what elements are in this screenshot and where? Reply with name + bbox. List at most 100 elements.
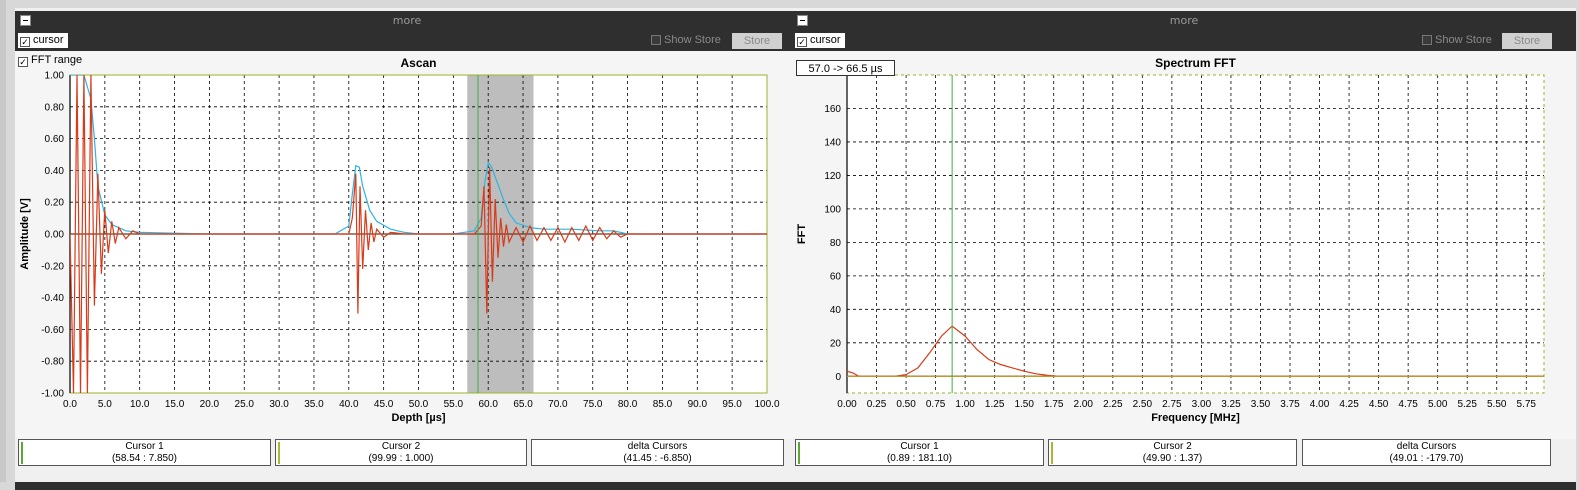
x-axis-label: Frequency [MHz]	[1151, 412, 1240, 424]
y-tick-label: 20	[830, 338, 842, 349]
cursor-checkbox-label: cursor	[33, 34, 64, 46]
left-window-edge	[0, 0, 6, 482]
delta-cursors-title: delta Cursors	[1396, 441, 1457, 452]
delta-cursors-value: (41.45 : -6.850)	[623, 453, 692, 464]
store-button[interactable]: Store	[732, 33, 782, 49]
cursor-2-color-mark	[1051, 442, 1053, 464]
x-tick-label: 2.75	[1162, 399, 1182, 410]
y-tick-label: -1.00	[41, 389, 64, 400]
ascan-chart: 0.0 5.0 10.0 15.0 20.0 25.0 30.0 35.0 40.0 45.0 50…	[19, 56, 780, 424]
plot-background	[847, 75, 1544, 393]
cursor-1-title: Cursor 1	[900, 441, 939, 452]
delta-cursors-readout: delta Cursors (49.01 : -179.70)	[1302, 439, 1551, 466]
x-tick-label: 1.50	[1014, 399, 1034, 410]
x-tick-label: 4.00	[1310, 399, 1330, 410]
checkbox-unchecked-icon	[1422, 35, 1432, 45]
y-tick-label: -0.80	[41, 357, 64, 368]
y-tick-label: 160	[824, 104, 841, 115]
cursor-2-title: Cursor 2	[381, 441, 421, 452]
x-tick-label: 5.0	[98, 399, 112, 410]
x-tick-label: 45.0	[374, 399, 394, 410]
more-label[interactable]: more	[15, 14, 799, 27]
panel-toolbar: ✓ cursor Show Store Store	[792, 30, 1576, 51]
y-tick-label: 0	[835, 372, 841, 383]
panel-title-bar[interactable]: more	[792, 11, 1576, 30]
ascan-panel: more ✓ cursor Show Store Store 0.0 5.0 10.0…	[15, 8, 799, 490]
x-tick-label: 3.00	[1192, 399, 1212, 410]
cursor-1-value: (0.89 : 181.10)	[886, 453, 953, 464]
x-tick-label: 80.0	[618, 399, 638, 410]
next-panel-edge	[15, 482, 799, 490]
x-tick-label: 1.00	[955, 399, 975, 410]
y-tick-label: 1.00	[45, 71, 65, 82]
cursor-2-value: (99.99 : 1.000)	[368, 453, 434, 464]
store-button[interactable]: Store	[1502, 33, 1552, 49]
x-tick-label: 4.50	[1369, 399, 1389, 410]
y-tick-label: 40	[830, 305, 842, 316]
x-tick-label: 95.0	[722, 399, 742, 410]
y-tick-label: -0.20	[41, 261, 64, 272]
x-tick-label: 1.75	[1044, 399, 1064, 410]
x-tick-label: 3.25	[1221, 399, 1241, 410]
x-tick-label: 0.00	[837, 399, 857, 410]
x-tick-label: 5.75	[1517, 399, 1537, 410]
y-tick-label: 100	[824, 204, 841, 215]
cursor-checkbox[interactable]: ✓ cursor	[795, 33, 845, 48]
y-tick-label: 120	[824, 171, 841, 182]
delta-cursors-title: delta Cursors	[627, 441, 688, 452]
chart-title: Ascan	[400, 56, 436, 70]
cursor-checkbox[interactable]: ✓ cursor	[18, 33, 68, 48]
cursor-2-value: (49.90 : 1.37)	[1142, 453, 1203, 464]
checkbox-checked-icon: ✓	[18, 57, 28, 67]
x-tick-label: 75.0	[583, 399, 603, 410]
show-store-checkbox[interactable]: Show Store	[651, 34, 721, 46]
checkbox-checked-icon: ✓	[797, 37, 807, 47]
fft-range-checkbox[interactable]: ✓ FFT range	[18, 54, 83, 67]
x-tick-label: 40.0	[339, 399, 359, 410]
x-tick-label: 10.0	[130, 399, 150, 410]
cursor-1-title: Cursor 1	[125, 441, 164, 452]
x-axis-label: Depth [µs]	[391, 412, 445, 424]
x-tick-label: 15.0	[165, 399, 185, 410]
x-tick-label: 65.0	[513, 399, 533, 410]
fft-chart-area: 0.00 0.25 0.50 0.75 1.00 1.25 1.50 1.75 2.00 2.25…	[792, 51, 1576, 439]
more-label[interactable]: more	[792, 14, 1576, 27]
next-panel-edge	[792, 482, 1576, 490]
x-tick-label: 2.25	[1103, 399, 1123, 410]
y-tick-label: 80	[830, 238, 842, 249]
cursor-1-readout: Cursor 1 (0.89 : 181.10)	[795, 439, 1044, 466]
show-store-checkbox[interactable]: Show Store	[1422, 34, 1492, 46]
x-tick-label: 90.0	[688, 399, 708, 410]
x-tick-label: 30.0	[269, 399, 289, 410]
x-tick-label: 25.0	[235, 399, 255, 410]
y-tick-label: 60	[830, 271, 842, 282]
show-store-label: Show Store	[664, 34, 721, 46]
panel-title-bar[interactable]: more	[15, 11, 799, 30]
fft-panel: more ✓ cursor Show Store Store 0.00 0.25 0.…	[792, 8, 1576, 490]
x-tick-label: 70.0	[548, 399, 568, 410]
y-tick-label: 0.20	[45, 198, 65, 209]
x-tick-label: 85.0	[653, 399, 673, 410]
cursor-2-title: Cursor 2	[1153, 441, 1192, 452]
y-tick-label: 0.00	[45, 230, 65, 241]
x-tick-label: 5.50	[1487, 399, 1507, 410]
delta-cursors-value: (49.01 : -179.70)	[1389, 453, 1464, 464]
x-tick-label: 4.25	[1339, 399, 1359, 410]
x-tick-label: 35.0	[304, 399, 324, 410]
cursor-1-value: (58.54 : 7.850)	[111, 453, 178, 464]
x-tick-label: 5.25	[1457, 399, 1477, 410]
x-tick-label: 0.75	[926, 399, 946, 410]
x-tick-label: 3.75	[1280, 399, 1300, 410]
x-tick-label: 2.00	[1074, 399, 1094, 410]
cursor-1-color-mark	[798, 442, 800, 464]
x-tick-label: 2.50	[1133, 399, 1153, 410]
fft-range-label: FFT range	[31, 54, 83, 66]
x-tick-label: 1.25	[985, 399, 1005, 410]
y-tick-label: -0.60	[41, 325, 64, 336]
x-tick-label: 50.0	[409, 399, 429, 410]
ascan-chart-area: 0.0 5.0 10.0 15.0 20.0 25.0 30.0 35.0 40.0 45.0 50…	[15, 51, 799, 439]
x-tick-label: 0.0	[63, 399, 77, 410]
checkbox-checked-icon: ✓	[20, 37, 30, 47]
x-tick-label: 0.25	[867, 399, 887, 410]
x-tick-label: 20.0	[200, 399, 220, 410]
